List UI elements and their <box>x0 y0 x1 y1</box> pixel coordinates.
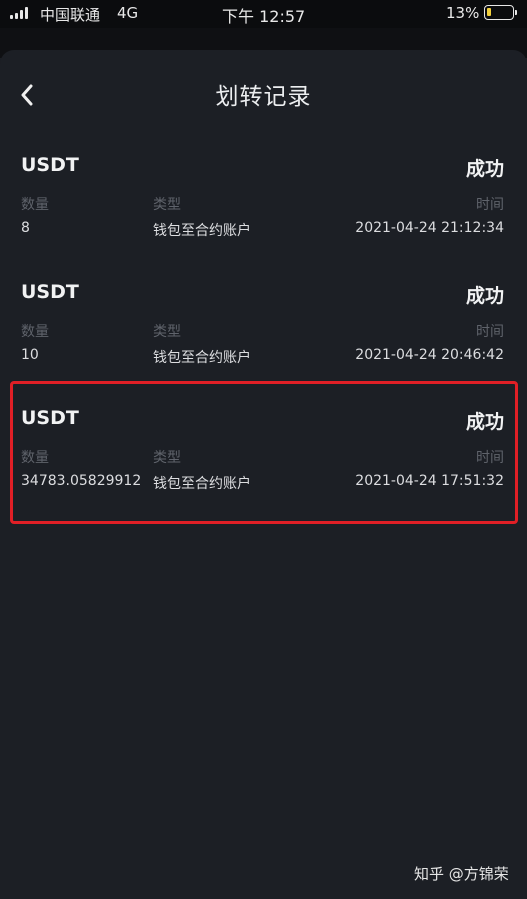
record-status: 成功 <box>465 158 504 180</box>
status-bar: 中国联通 4G 下午 12:57 13% <box>0 0 527 28</box>
amount-value: 8 <box>21 220 30 236</box>
network-type: 4G <box>117 4 139 22</box>
record-coin: USDT <box>21 281 79 303</box>
status-time: 下午 12:57 <box>222 7 306 26</box>
time-label: 时间 <box>476 197 504 213</box>
time-label: 时间 <box>476 324 504 340</box>
page-title: 划转记录 <box>215 84 312 110</box>
type-label: 类型 <box>153 197 181 213</box>
type-value: 钱包至合约账户 <box>153 350 251 366</box>
type-value: 钱包至合约账户 <box>153 223 251 239</box>
time-value: 2021-04-24 20:46:42 <box>355 347 504 363</box>
transfer-record[interactable]: USDT 成功 数量 类型 时间 8 钱包至合约账户 2021-04-24 21… <box>0 154 527 272</box>
carrier-name: 中国联通 <box>40 6 101 24</box>
amount-label: 数量 <box>21 197 49 213</box>
type-label: 类型 <box>153 324 181 340</box>
battery-icon <box>484 5 517 20</box>
watermark: 知乎 @方锦荣 <box>414 865 509 883</box>
amount-label: 数量 <box>21 324 49 340</box>
time-value: 2021-04-24 21:12:34 <box>355 220 504 236</box>
highlight-annotation <box>10 381 518 524</box>
record-status: 成功 <box>465 285 504 307</box>
amount-value: 10 <box>21 347 39 363</box>
record-coin: USDT <box>21 154 79 176</box>
battery-percentage: 13% <box>446 4 480 22</box>
